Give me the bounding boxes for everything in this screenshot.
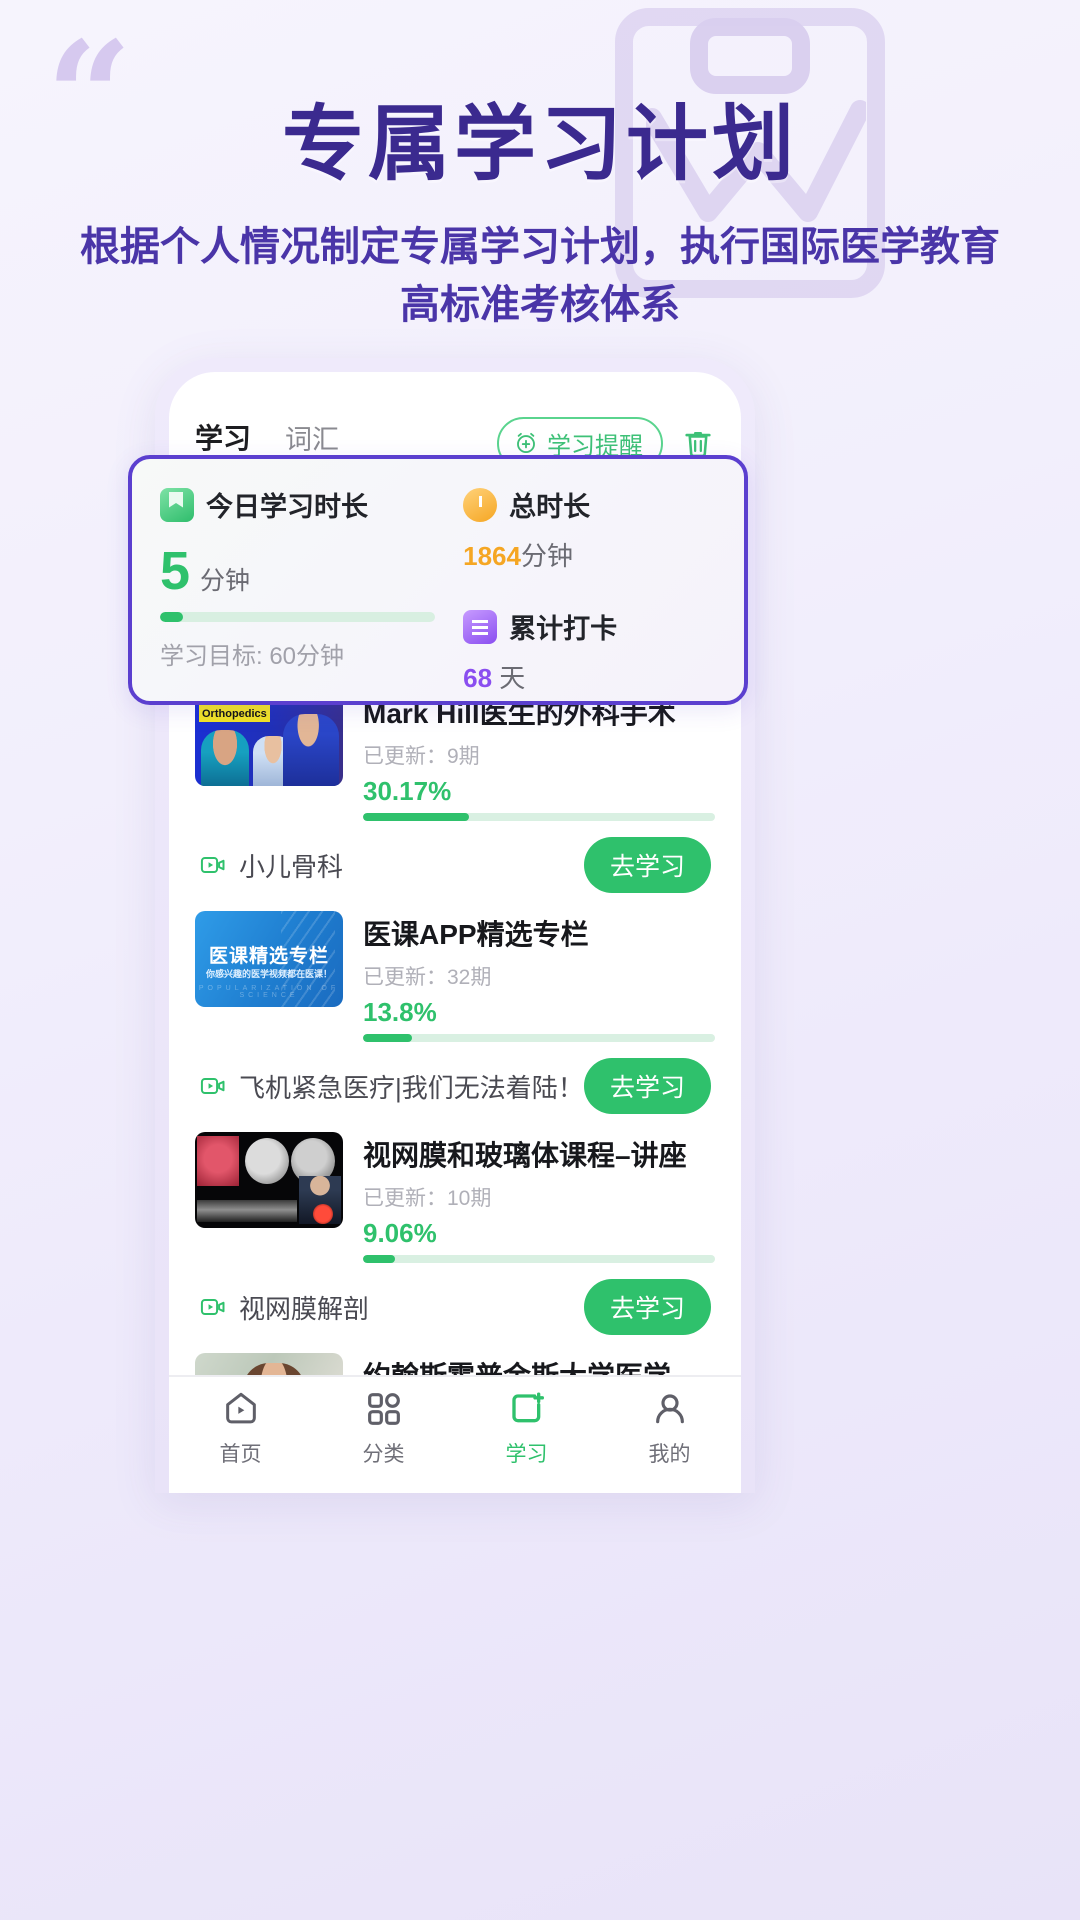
nav-item-categories-label: 分类 bbox=[363, 1438, 405, 1468]
streak-number: 68 bbox=[463, 663, 492, 693]
course-footer: 飞机紧急医疗|我们无法着陆！ 去学习 bbox=[195, 1058, 715, 1114]
today-study-block: 今日学习时长 5 分钟 学习目标: 60分钟 bbox=[160, 485, 449, 679]
course-progress-bar bbox=[363, 1034, 715, 1042]
course-updated: 已更新：10期 bbox=[363, 1182, 715, 1212]
grid-categories-icon bbox=[364, 1389, 404, 1429]
course-item[interactable]: Pediatric Orthopedics Mark Hill医生的外科手术 已… bbox=[195, 690, 715, 893]
study-stats-card: 今日学习时长 5 分钟 学习目标: 60分钟 总时长 1864分钟 累计打卡 6… bbox=[128, 455, 748, 705]
nav-item-home[interactable]: 首页 bbox=[169, 1389, 312, 1482]
nav-item-profile[interactable]: 我的 bbox=[598, 1389, 741, 1482]
page-title: 专属学习计划 bbox=[0, 104, 1080, 186]
thumbnail-oct-scan bbox=[197, 1200, 297, 1222]
go-study-button[interactable]: 去学习 bbox=[584, 837, 711, 893]
total-time-label: 总时长 bbox=[509, 485, 590, 524]
course-list: Pediatric Orthopedics Mark Hill医生的外科手术 已… bbox=[169, 690, 741, 1488]
course-main: 视网膜和玻璃体课程–讲座 已更新：10期 9.06% bbox=[195, 1132, 715, 1263]
today-study-number: 5 bbox=[160, 544, 190, 598]
course-episode: 飞机紧急医疗|我们无法着陆！ bbox=[199, 1068, 584, 1105]
course-progress-label: 9.06% bbox=[363, 1218, 715, 1249]
thumbnail-badge-line2: Orthopedics bbox=[202, 708, 267, 720]
course-title: 视网膜和玻璃体课程–讲座 bbox=[363, 1134, 715, 1174]
course-progress-bar bbox=[363, 1255, 715, 1263]
course-episode-name: 视网膜解剖 bbox=[239, 1289, 369, 1326]
course-info: 医课APP精选专栏 已更新：32期 13.8% bbox=[363, 911, 715, 1042]
thumbnail-subtitle: 你感兴趣的医学视频都在医课！ bbox=[195, 967, 343, 980]
total-time-unit: 分钟 bbox=[521, 541, 573, 571]
tab-vocabulary-label: 词汇 bbox=[285, 425, 339, 455]
book-icon bbox=[160, 488, 194, 522]
hero-section: 专属学习计划 根据个人情况制定专属学习计划，执行国际医学教育高标准考核体系 bbox=[0, 0, 1080, 334]
nav-item-home-label: 首页 bbox=[220, 1438, 262, 1468]
streak-header: 累计打卡 bbox=[463, 607, 716, 646]
course-footer: 视网膜解剖 去学习 bbox=[195, 1279, 715, 1335]
tab-study-label: 学习 bbox=[195, 423, 251, 454]
clock-icon bbox=[463, 488, 497, 522]
thumbnail-fundus-image bbox=[245, 1138, 289, 1184]
study-plus-icon bbox=[507, 1389, 547, 1429]
calendar-icon bbox=[463, 610, 497, 644]
user-profile-icon bbox=[650, 1389, 690, 1429]
thumbnail-footer: POPULARIZATION OF SCIENCE bbox=[195, 985, 343, 999]
video-icon bbox=[199, 1072, 227, 1100]
course-title: 医课APP精选专栏 bbox=[363, 913, 715, 953]
video-icon bbox=[199, 851, 227, 879]
course-progress-label: 30.17% bbox=[363, 776, 715, 807]
nav-item-study-label: 学习 bbox=[506, 1438, 548, 1468]
thumbnail-figure bbox=[201, 730, 249, 786]
alarm-clock-plus-icon bbox=[513, 430, 539, 456]
course-info: 视网膜和玻璃体课程–讲座 已更新：10期 9.06% bbox=[363, 1132, 715, 1263]
course-episode-name: 飞机紧急医疗|我们无法着陆！ bbox=[239, 1068, 584, 1105]
page-subtitle: 根据个人情况制定专属学习计划，执行国际医学教育高标准考核体系 bbox=[0, 218, 1080, 334]
today-study-header: 今日学习时长 bbox=[160, 485, 435, 524]
course-item[interactable]: 视网膜和玻璃体课程–讲座 已更新：10期 9.06% 视网膜解剖 bbox=[195, 1132, 715, 1335]
course-episode: 视网膜解剖 bbox=[199, 1289, 369, 1326]
total-time-number: 1864 bbox=[463, 541, 521, 571]
home-play-icon bbox=[221, 1389, 261, 1429]
bottom-navigation: 首页 分类 学习 bbox=[169, 1375, 741, 1493]
today-study-label: 今日学习时长 bbox=[206, 485, 368, 524]
go-study-button[interactable]: 去学习 bbox=[584, 1279, 711, 1335]
course-main: Pediatric Orthopedics Mark Hill医生的外科手术 已… bbox=[195, 690, 715, 821]
course-info: Mark Hill医生的外科手术 已更新：9期 30.17% bbox=[363, 690, 715, 821]
today-study-value: 5 分钟 bbox=[160, 544, 435, 598]
streak-unit: 天 bbox=[499, 663, 525, 693]
today-study-unit: 分钟 bbox=[200, 561, 250, 597]
total-time-header: 总时长 bbox=[463, 485, 716, 524]
nav-item-study[interactable]: 学习 bbox=[455, 1389, 598, 1482]
thumbnail-title: 医课精选专栏 bbox=[195, 941, 343, 968]
nav-item-profile-label: 我的 bbox=[649, 1438, 691, 1468]
thumbnail-fundus-image bbox=[197, 1136, 239, 1186]
course-main: 医课精选专栏 你感兴趣的医学视频都在医课！ POPULARIZATION OF … bbox=[195, 911, 715, 1042]
streak-value: 68 天 bbox=[463, 658, 716, 695]
course-thumbnail bbox=[195, 1132, 343, 1228]
course-footer: 小儿骨科 去学习 bbox=[195, 837, 715, 893]
video-icon bbox=[199, 1293, 227, 1321]
course-item[interactable]: 医课精选专栏 你感兴趣的医学视频都在医课！ POPULARIZATION OF … bbox=[195, 911, 715, 1114]
course-progress-label: 13.8% bbox=[363, 997, 715, 1028]
totals-block: 总时长 1864分钟 累计打卡 68 天 bbox=[449, 485, 716, 679]
streak-label: 累计打卡 bbox=[509, 607, 617, 646]
go-study-button[interactable]: 去学习 bbox=[584, 1058, 711, 1114]
course-episode: 小儿骨科 bbox=[199, 847, 343, 884]
today-progress-bar bbox=[160, 612, 435, 622]
study-goal-text: 学习目标: 60分钟 bbox=[160, 636, 435, 671]
course-updated: 已更新：32期 bbox=[363, 961, 715, 991]
total-time-value: 1864分钟 bbox=[463, 536, 716, 573]
course-updated: 已更新：9期 bbox=[363, 740, 715, 770]
course-thumbnail: 医课精选专栏 你感兴趣的医学视频都在医课！ POPULARIZATION OF … bbox=[195, 911, 343, 1007]
course-progress-bar bbox=[363, 813, 715, 821]
thumbnail-figure bbox=[283, 714, 339, 786]
course-episode-name: 小儿骨科 bbox=[239, 847, 343, 884]
thumbnail-record-dot bbox=[313, 1204, 333, 1224]
streak-block: 累计打卡 68 天 bbox=[463, 607, 716, 695]
nav-item-categories[interactable]: 分类 bbox=[312, 1389, 455, 1482]
